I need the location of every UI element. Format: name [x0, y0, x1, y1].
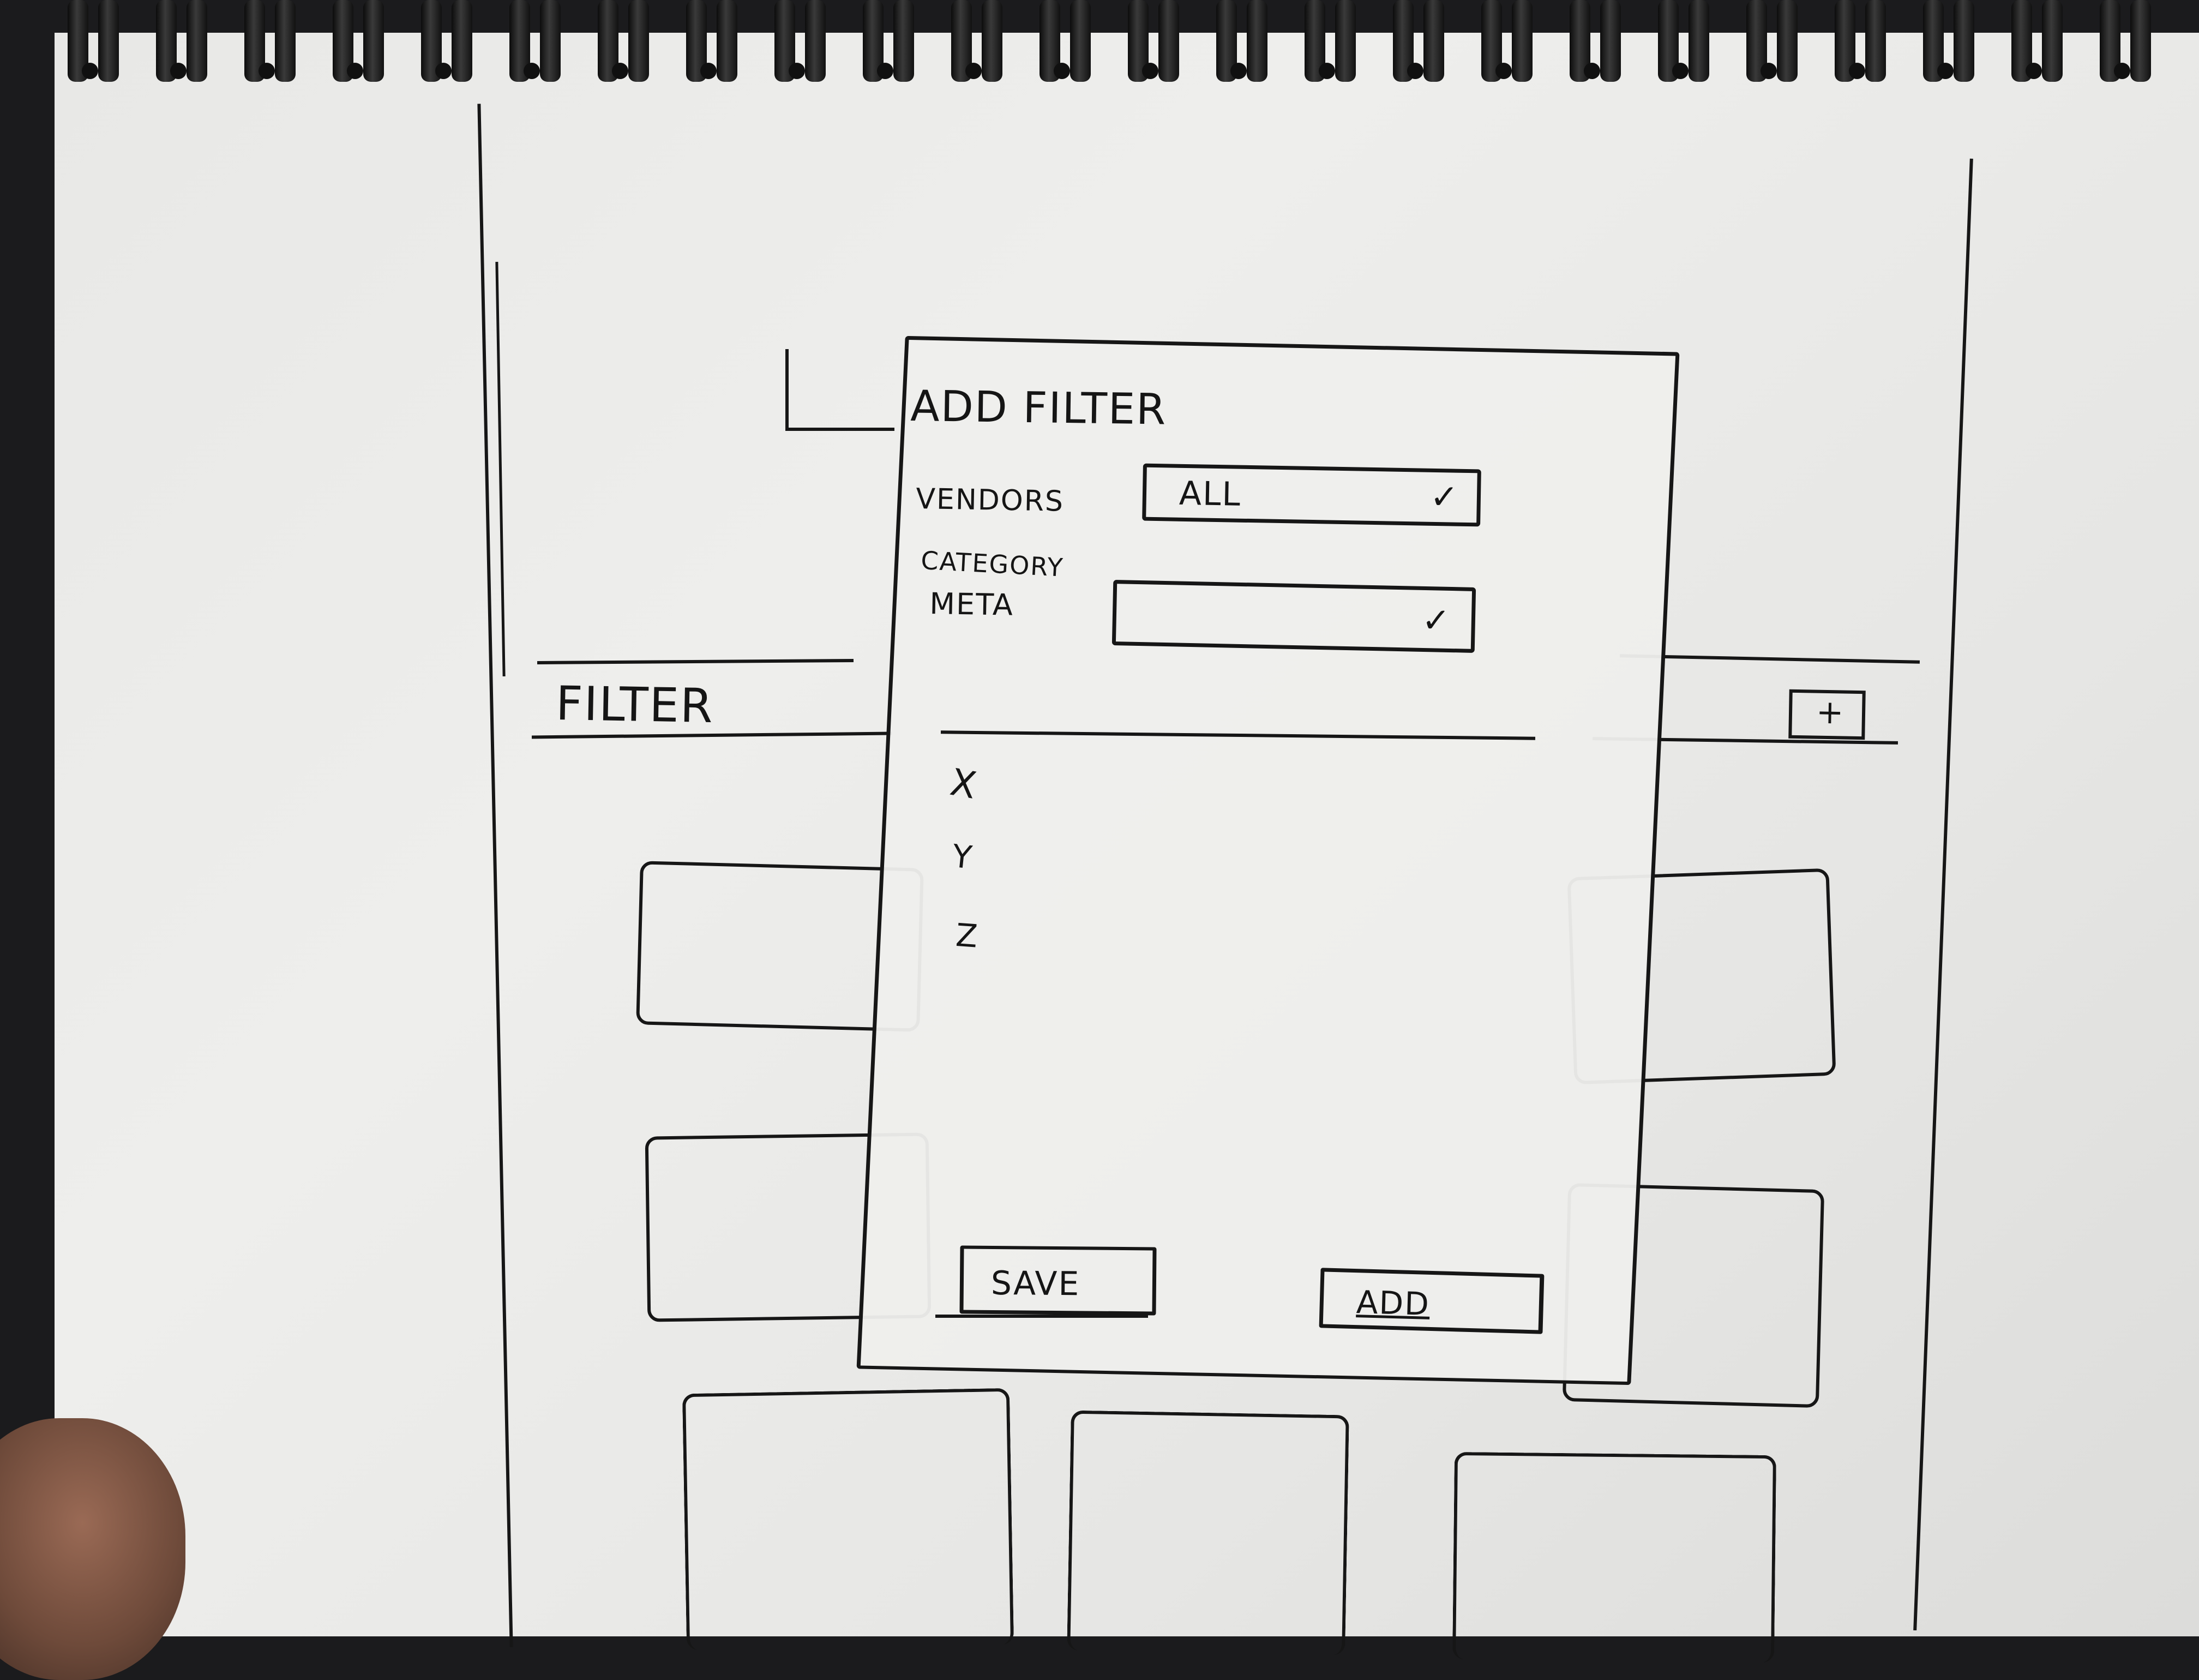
binding-ring [540, 0, 561, 82]
binding-ring [1070, 0, 1091, 82]
chevron-down-icon: ✓ [1421, 599, 1451, 640]
binding-hole [1495, 63, 1512, 79]
vendors-label: VENDORS [915, 483, 1065, 518]
binding-ring [717, 0, 737, 82]
binding-hole [1672, 63, 1689, 79]
add-button-label: ADD [1355, 1283, 1431, 1323]
binding-ring [2130, 0, 2151, 82]
add-filter-button[interactable]: + [1788, 689, 1866, 740]
vendors-select[interactable]: ALL ✓ [1142, 463, 1481, 527]
modal-bottom-rule-left [935, 1315, 1148, 1318]
product-card[interactable] [682, 1388, 1014, 1651]
binding-hole [1230, 63, 1247, 79]
binding-ring [187, 0, 207, 82]
binding-hole [1407, 63, 1423, 79]
binding-ring [1158, 0, 1179, 82]
binding-hole [435, 63, 452, 79]
binding-hole [524, 63, 540, 79]
modal-shadow-tab [785, 349, 894, 431]
vendors-value: ALL [1179, 474, 1242, 514]
chevron-down-icon: ✓ [1429, 476, 1459, 517]
binding-hole [877, 63, 893, 79]
binding-ring [1689, 0, 1709, 82]
binding-ring [98, 0, 119, 82]
binding-hole [1761, 63, 1777, 79]
category-meta-select[interactable]: ✓ [1111, 580, 1476, 653]
binding-hole [1319, 63, 1335, 79]
binding-ring [1512, 0, 1533, 82]
binding-hole [612, 63, 628, 79]
binding-ring [628, 0, 649, 82]
binding-ring [275, 0, 296, 82]
binding-hole [2114, 63, 2130, 79]
binding-ring [1865, 0, 1886, 82]
binding-ring [1600, 0, 1621, 82]
binding-hole [1849, 63, 1865, 79]
binding-hole [700, 63, 717, 79]
binding-hole [965, 63, 982, 79]
binding-ring [2042, 0, 2063, 82]
binding-hole [1054, 63, 1070, 79]
binding-ring [982, 0, 1002, 82]
binding-ring [1423, 0, 1444, 82]
binding-ring [1777, 0, 1798, 82]
binding-hole [789, 63, 805, 79]
binding-ring [805, 0, 826, 82]
spiral-binding [60, 0, 2199, 104]
binding-ring [363, 0, 384, 82]
binding-ring [893, 0, 914, 82]
binding-hole [347, 63, 363, 79]
thumb [0, 1418, 185, 1680]
binding-ring [1335, 0, 1356, 82]
binding-hole [170, 63, 187, 79]
binding-hole [2026, 63, 2042, 79]
product-card[interactable] [1067, 1410, 1349, 1655]
binding-hole [82, 63, 98, 79]
binding-ring [1247, 0, 1267, 82]
option-item[interactable]: Z [954, 916, 980, 955]
binding-hole [1584, 63, 1600, 79]
save-button[interactable]: SAVE [959, 1245, 1157, 1316]
binding-hole [1142, 63, 1158, 79]
plus-icon: + [1816, 693, 1844, 732]
category-meta-label-line2: META [929, 586, 1014, 622]
filter-label[interactable]: FILTER [555, 676, 714, 734]
binding-hole [1937, 63, 1954, 79]
add-button[interactable]: ADD [1319, 1268, 1545, 1334]
option-item[interactable]: Y [951, 837, 975, 877]
save-button-label: SAVE [990, 1264, 1080, 1304]
product-card[interactable] [1452, 1451, 1776, 1663]
binding-ring [1954, 0, 1974, 82]
binding-hole [259, 63, 275, 79]
modal-title: ADD FILTER [910, 382, 1167, 435]
binding-ring [452, 0, 472, 82]
